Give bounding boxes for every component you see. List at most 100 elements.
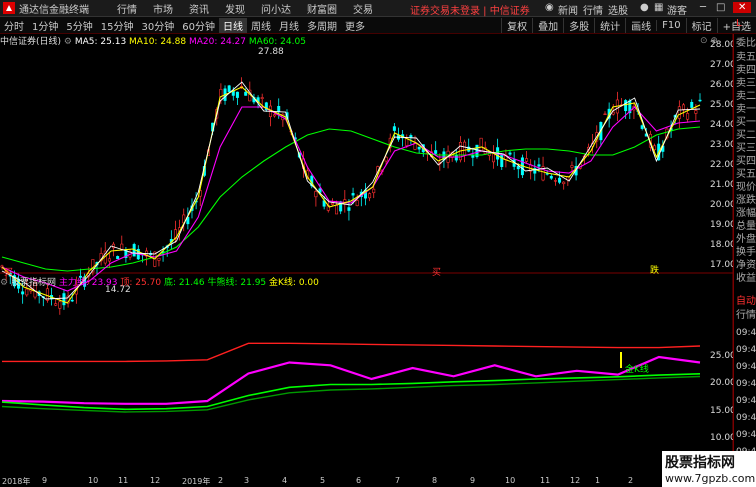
time-tick: 1: [595, 476, 601, 485]
candle-body: [603, 113, 607, 116]
candle-body: [417, 146, 421, 150]
watermark-url: www.7gpzb.com: [665, 472, 756, 485]
panel-item: 卖二: [736, 91, 756, 102]
time-tick: 8: [432, 476, 438, 485]
quote-side-panel: L 委比 卖五 卖四 卖三 卖二 卖一 买一 买二 买三 买四 买五 现价 涨跌…: [733, 18, 756, 487]
candle-body: [686, 113, 690, 120]
panel-item: 收益: [736, 273, 756, 284]
panel-item: 委比: [736, 38, 756, 49]
candle-body: [62, 293, 66, 306]
tick-time: 09:47: [736, 396, 756, 406]
price-tick: 27.00: [710, 60, 736, 70]
candle-body: [681, 104, 685, 110]
panel-item: 卖四: [736, 65, 756, 76]
panel-item: 买三: [736, 143, 756, 154]
candle-body: [273, 114, 277, 117]
settings-icon[interactable]: ⚙: [0, 278, 8, 288]
time-tick: 5: [320, 476, 326, 485]
candle-body: [463, 141, 467, 156]
candle-body: [549, 175, 553, 179]
ma-legend: 中信证券(日线) ⚙ MA5: 25.13 MA10: 24.88 MA20: …: [0, 34, 306, 47]
stock-label: 中信证券(日线): [0, 37, 62, 47]
candle-body: [471, 154, 475, 158]
panel-item: 买二: [736, 130, 756, 141]
candle-body: [25, 288, 29, 296]
tick-time: 09:47: [736, 362, 756, 372]
tick-time: 09:47: [736, 328, 756, 338]
candle-body: [107, 258, 111, 262]
candle-body: [690, 101, 694, 108]
candle-body: [227, 85, 231, 92]
quote-tab[interactable]: 行情: [736, 310, 756, 322]
ma60-label: MA60: 24.05: [248, 37, 306, 47]
panel-item: 卖五: [736, 52, 756, 63]
candle-body: [392, 126, 396, 131]
indicator-tick: 20.00: [710, 378, 736, 388]
indicator-line: [2, 342, 701, 363]
close-icon[interactable]: ✕: [733, 2, 752, 13]
candle-body: [405, 138, 409, 146]
panel-item: 买四: [736, 156, 756, 167]
settings-icon[interactable]: ⚙: [64, 37, 72, 47]
ma5-label: MA5: 25.13: [74, 37, 127, 47]
buy-signal-2: 买: [432, 268, 442, 278]
candle-body: [558, 177, 562, 183]
high-price-label: 27.88: [258, 47, 284, 57]
time-tick: 11: [118, 476, 129, 485]
fall-signal: 跌: [650, 266, 660, 276]
indicator-lines-group: [1, 342, 701, 413]
panel-item: 净资: [736, 260, 756, 271]
ma-line-ma5: [1, 86, 701, 304]
ma10-label: MA10: 24.88: [129, 37, 187, 47]
candle-body: [698, 99, 702, 102]
time-tick: 7: [395, 476, 401, 485]
candle-body: [677, 106, 681, 119]
time-tick: 2019年: [182, 477, 211, 486]
tick-time: 09:47: [736, 379, 756, 389]
golden-k-annotation: 金K线: [625, 365, 649, 375]
price-tick: 24.00: [710, 120, 736, 130]
price-tick: 17.00: [710, 260, 736, 270]
main-force-label: 主力线: 23.93: [58, 278, 118, 288]
indicator-tick: 25.00: [710, 351, 736, 361]
panel-item: 买一: [736, 117, 756, 128]
top-label: 顶: 25.70: [120, 278, 162, 288]
price-tick: 21.00: [710, 180, 736, 190]
watermark-title: 股票指标网: [665, 455, 735, 471]
price-tick: 28.00: [710, 40, 736, 50]
price-chart[interactable]: [0, 0, 733, 476]
candle-body: [21, 291, 25, 295]
bull-bear-label: 牛熊线: 21.95: [207, 278, 267, 288]
panel-item: 外盘: [736, 234, 756, 245]
candle-body: [347, 207, 351, 211]
candle-body: [537, 164, 541, 167]
time-tick: 12: [150, 476, 161, 485]
price-tick: 22.00: [710, 160, 736, 170]
candle-body: [116, 256, 120, 260]
time-tick: 9: [42, 476, 48, 485]
panel-item: 总量: [736, 221, 756, 232]
candle-body: [434, 150, 438, 154]
candle-body: [368, 193, 372, 199]
candle-body: [516, 166, 520, 170]
panel-item: 换手: [736, 247, 756, 258]
time-tick: 2018年: [2, 477, 31, 486]
ma-lines-group: [1, 81, 701, 304]
auto-tab[interactable]: 自动: [736, 296, 756, 308]
candle-body: [314, 191, 318, 198]
candle-body: [508, 152, 512, 155]
candle-body: [157, 257, 161, 261]
indicator-tick: 10.00: [710, 433, 736, 443]
price-tick: 19.00: [710, 220, 736, 230]
bottom-label: 底: 21.46: [163, 278, 205, 288]
tick-time: 09:47: [736, 413, 756, 423]
indicator-name[interactable]: 股票指标网: [11, 278, 56, 288]
indicator-tick: 15.00: [710, 406, 736, 416]
candle-body: [372, 188, 376, 194]
candle-body: [54, 303, 58, 306]
ma-line-ma60: [1, 126, 701, 272]
price-tick: 25.00: [710, 100, 736, 110]
candle-body: [624, 100, 628, 112]
candle-body: [277, 105, 281, 113]
time-tick: 2: [218, 476, 224, 485]
